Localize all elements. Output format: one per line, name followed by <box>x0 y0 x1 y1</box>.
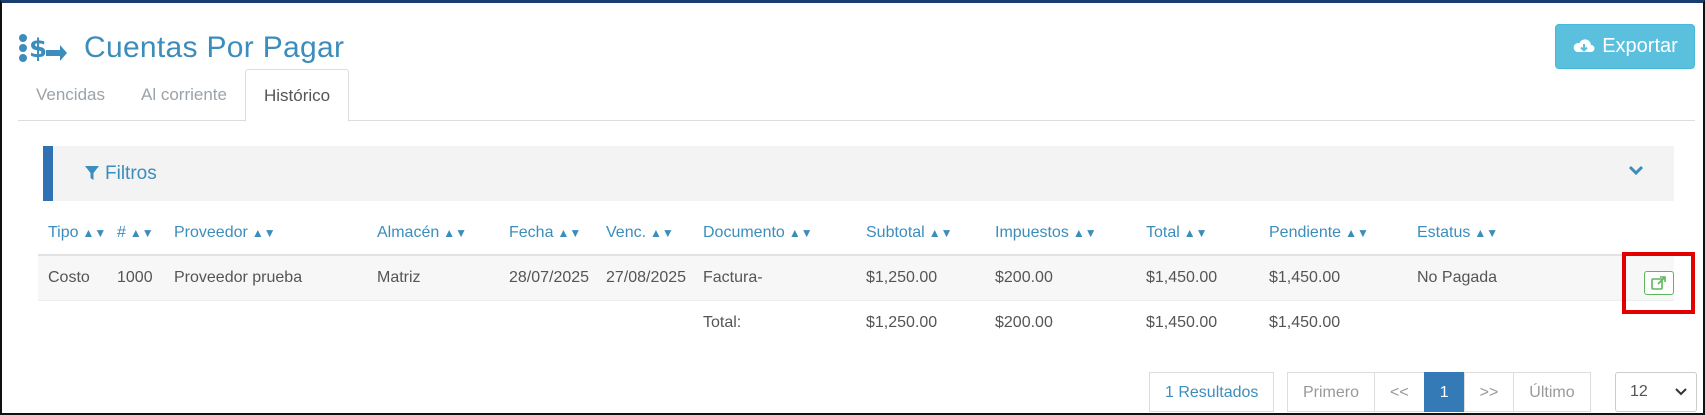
sort-icon: ▲▼ <box>788 226 813 240</box>
column-header[interactable]: Subtotal ▲▼ <box>856 212 985 256</box>
column-header[interactable]: Almacén ▲▼ <box>367 212 499 256</box>
column-header[interactable]: Impuestos ▲▼ <box>985 212 1136 256</box>
page-size-select[interactable]: 12 <box>1615 372 1697 412</box>
page-last-button[interactable]: Último <box>1513 372 1591 412</box>
cloud-download-icon <box>1573 38 1595 52</box>
pagination: Primero << 1 >> Último <box>1287 372 1591 412</box>
page-prev-button[interactable]: << <box>1374 372 1425 412</box>
page-header: $ Cuentas Por Pagar <box>18 28 344 68</box>
filters-panel-header[interactable]: Filtros <box>43 146 1674 201</box>
page-first-button[interactable]: Primero <box>1287 372 1376 412</box>
tab-historico[interactable]: Histórico <box>244 69 350 122</box>
sort-icon: ▲▼ <box>1474 226 1499 240</box>
export-label: Exportar <box>1602 35 1678 57</box>
cell-proveedor: Proveedor prueba <box>164 255 367 301</box>
filters-label: Filtros <box>105 162 157 184</box>
cell-venc: 27/08/2025 <box>596 255 693 301</box>
table-row: Costo 1000 Proveedor prueba Matriz 28/07… <box>38 255 1674 301</box>
filter-icon <box>85 166 99 180</box>
highlight-box <box>1622 252 1695 314</box>
column-header[interactable]: Documento ▲▼ <box>693 212 856 256</box>
column-header[interactable]: Proveedor ▲▼ <box>164 212 367 256</box>
cell-tipo: Costo <box>38 255 107 301</box>
totals-impuestos: $200.00 <box>995 313 1053 331</box>
chevron-down-icon <box>1675 388 1687 396</box>
sort-icon: ▲▼ <box>557 226 582 240</box>
column-header[interactable]: Total ▲▼ <box>1136 212 1259 256</box>
cell-impuestos: $200.00 <box>985 255 1136 301</box>
accounts-payable-table: Tipo ▲▼ # ▲▼ Proveedor ▲▼ Almacén ▲▼ Fecha ▲▼… <box>38 212 1674 345</box>
sort-icon: ▲▼ <box>129 226 154 240</box>
filters-toggle[interactable]: Filtros <box>85 163 157 185</box>
sort-icon: ▲▼ <box>1072 226 1097 240</box>
chevron-down-icon[interactable] <box>1628 164 1644 176</box>
column-header[interactable]: Tipo ▲▼ <box>38 212 107 256</box>
tab-vencidas[interactable]: Vencidas <box>18 69 123 121</box>
results-count-label: 1 Resultados <box>1149 372 1275 412</box>
cell-almacen: Matriz <box>367 255 499 301</box>
sort-icon: ▲▼ <box>928 226 953 240</box>
totals-total: $1,450.00 <box>1146 313 1218 331</box>
tab-al-corriente[interactable]: Al corriente <box>123 69 245 121</box>
cell-fecha: 28/07/2025 <box>499 255 596 301</box>
cell-num: 1000 <box>107 255 164 301</box>
cell-pendiente: $1,450.00 <box>1259 255 1407 301</box>
sort-icon: ▲▼ <box>82 226 107 240</box>
totals-subtotal: $1,250.00 <box>866 313 938 331</box>
cell-total: $1,450.00 <box>1136 255 1259 301</box>
column-header[interactable]: Venc. ▲▼ <box>596 212 693 256</box>
totals-row: Total: $1,250.00 $200.00 $1,450.00 $1,45… <box>38 300 1674 345</box>
page-title: Cuentas Por Pagar <box>84 31 345 64</box>
column-header[interactable]: # ▲▼ <box>107 212 164 256</box>
column-header[interactable]: Estatus ▲▼ <box>1407 212 1674 256</box>
totals-label: Total: <box>703 313 742 331</box>
sort-icon: ▲▼ <box>251 226 276 240</box>
cell-subtotal: $1,250.00 <box>856 255 985 301</box>
open-detail-button[interactable] <box>1643 271 1674 295</box>
column-header[interactable]: Fecha ▲▼ <box>499 212 596 256</box>
sort-icon: ▲▼ <box>1183 226 1208 240</box>
cell-documento: Factura- <box>693 255 856 301</box>
page-current-button[interactable]: 1 <box>1423 372 1465 412</box>
page-size-value: 12 <box>1630 383 1648 400</box>
column-header[interactable]: Pendiente ▲▼ <box>1259 212 1407 256</box>
page-next-button[interactable]: >> <box>1463 372 1515 412</box>
sort-icon: ▲▼ <box>650 226 674 240</box>
sort-icon: ▲▼ <box>443 226 468 240</box>
results-count: 1 Resultados <box>1149 372 1275 412</box>
money-transfer-icon: $ <box>19 34 67 64</box>
svg-text:$: $ <box>29 34 47 64</box>
tab-bar: Vencidas Al corriente Histórico <box>18 69 1695 122</box>
external-link-icon <box>1650 276 1666 290</box>
totals-pendiente: $1,450.00 <box>1269 313 1341 331</box>
export-button[interactable]: Exportar <box>1555 24 1695 69</box>
table-header-row: Tipo ▲▼ # ▲▼ Proveedor ▲▼ Almacén ▲▼ Fecha ▲▼… <box>38 212 1674 256</box>
sort-icon: ▲▼ <box>1345 226 1369 240</box>
